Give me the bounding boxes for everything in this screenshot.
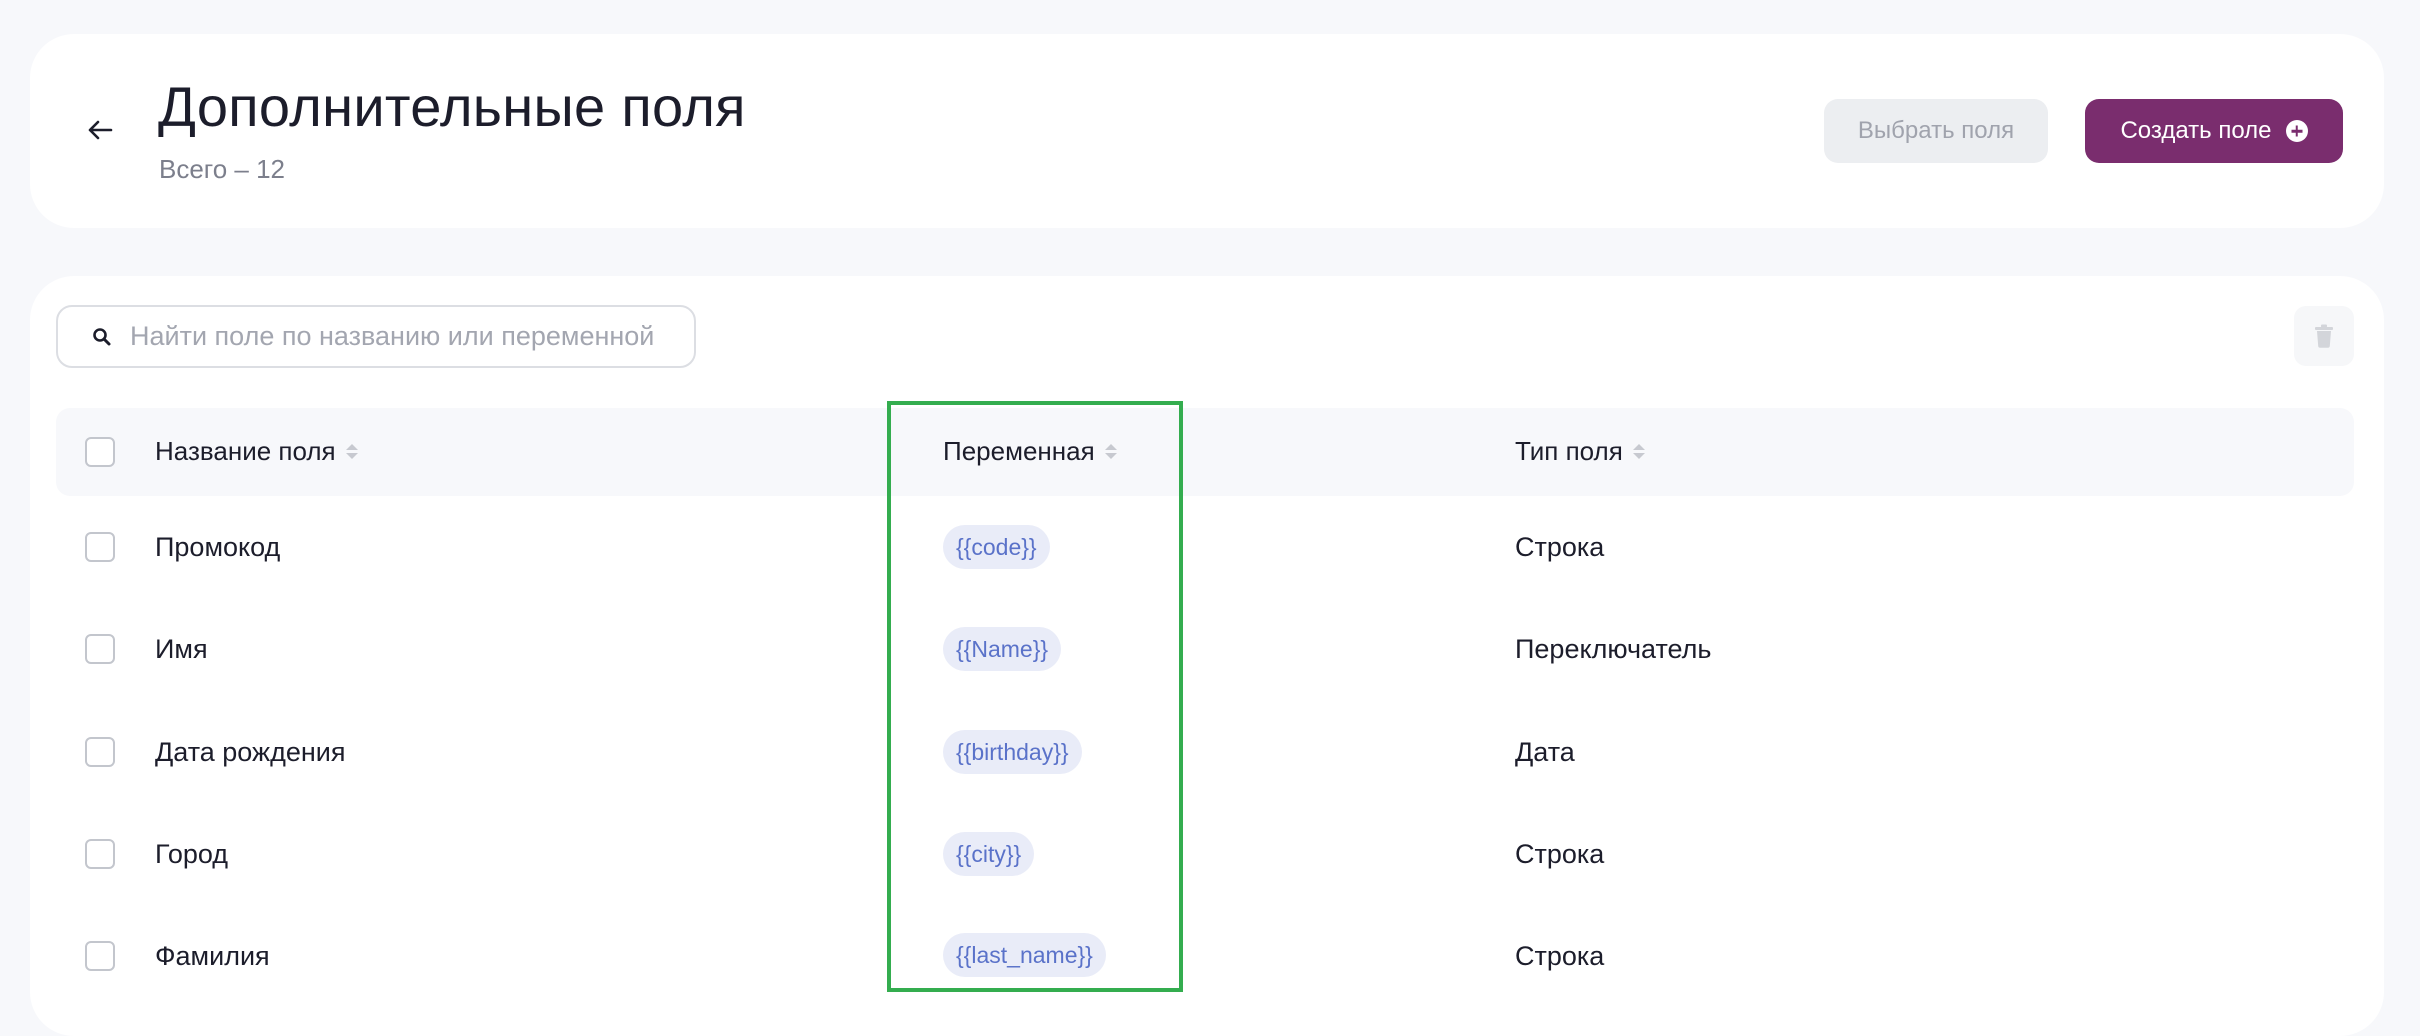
row-checkbox[interactable] (85, 737, 115, 767)
table-row[interactable]: Промокод {{code}} Строка (56, 496, 2354, 598)
row-checkbox[interactable] (85, 839, 115, 869)
variable-chip: {{last_name}} (943, 933, 1106, 977)
field-type: Строка (1515, 532, 1605, 562)
sort-icon (1104, 444, 1117, 459)
delete-button[interactable] (2294, 306, 2354, 366)
table-row[interactable]: Имя {{Name}} Переключатель (56, 598, 2354, 700)
create-field-button[interactable]: Создать поле (2085, 99, 2343, 163)
row-checkbox[interactable] (85, 941, 115, 971)
page-title: Дополнительные поля (158, 75, 746, 138)
arrow-left-icon (88, 120, 113, 140)
field-name: Дата рождения (155, 737, 346, 767)
column-header-type[interactable]: Тип поля (1515, 436, 1645, 467)
trash-icon (2315, 324, 2333, 348)
field-name: Промокод (155, 532, 281, 562)
search-box[interactable] (56, 305, 696, 368)
back-button[interactable] (70, 100, 130, 160)
create-field-label: Создать поле (2120, 117, 2272, 144)
table-header: Название поля Переменная Тип поля (56, 408, 2354, 496)
search-icon (93, 327, 111, 345)
sort-icon (345, 444, 358, 459)
select-all-checkbox[interactable] (85, 437, 115, 467)
field-type: Дата (1515, 737, 1575, 767)
variable-chip: {{birthday}} (943, 730, 1082, 774)
column-header-name[interactable]: Название поля (155, 436, 358, 467)
select-fields-button[interactable]: Выбрать поля (1824, 99, 2048, 163)
field-type: Строка (1515, 941, 1605, 971)
field-type: Переключатель (1515, 634, 1712, 664)
variable-chip: {{Name}} (943, 627, 1062, 671)
row-checkbox[interactable] (85, 532, 115, 562)
plus-circle-icon (2285, 120, 2308, 142)
field-type: Строка (1515, 839, 1605, 869)
variable-chip: {{code}} (943, 525, 1050, 569)
sort-icon (1632, 444, 1645, 459)
table-row[interactable]: Дата рождения {{birthday}} Дата (56, 701, 2354, 803)
field-name: Фамилия (155, 941, 270, 971)
variable-chip: {{city}} (943, 832, 1035, 876)
field-name: Имя (155, 634, 208, 664)
row-checkbox[interactable] (85, 634, 115, 664)
column-header-name-label: Название поля (155, 436, 336, 466)
search-input[interactable] (130, 321, 670, 352)
field-name: Город (155, 839, 229, 869)
table-row[interactable]: Фамилия {{last_name}} Строка (56, 890, 2354, 1002)
column-header-variable-label: Переменная (943, 436, 1095, 466)
column-header-variable[interactable]: Переменная (943, 436, 1117, 467)
page-subtitle: Всего – 12 (159, 154, 286, 184)
column-header-type-label: Тип поля (1515, 436, 1623, 466)
